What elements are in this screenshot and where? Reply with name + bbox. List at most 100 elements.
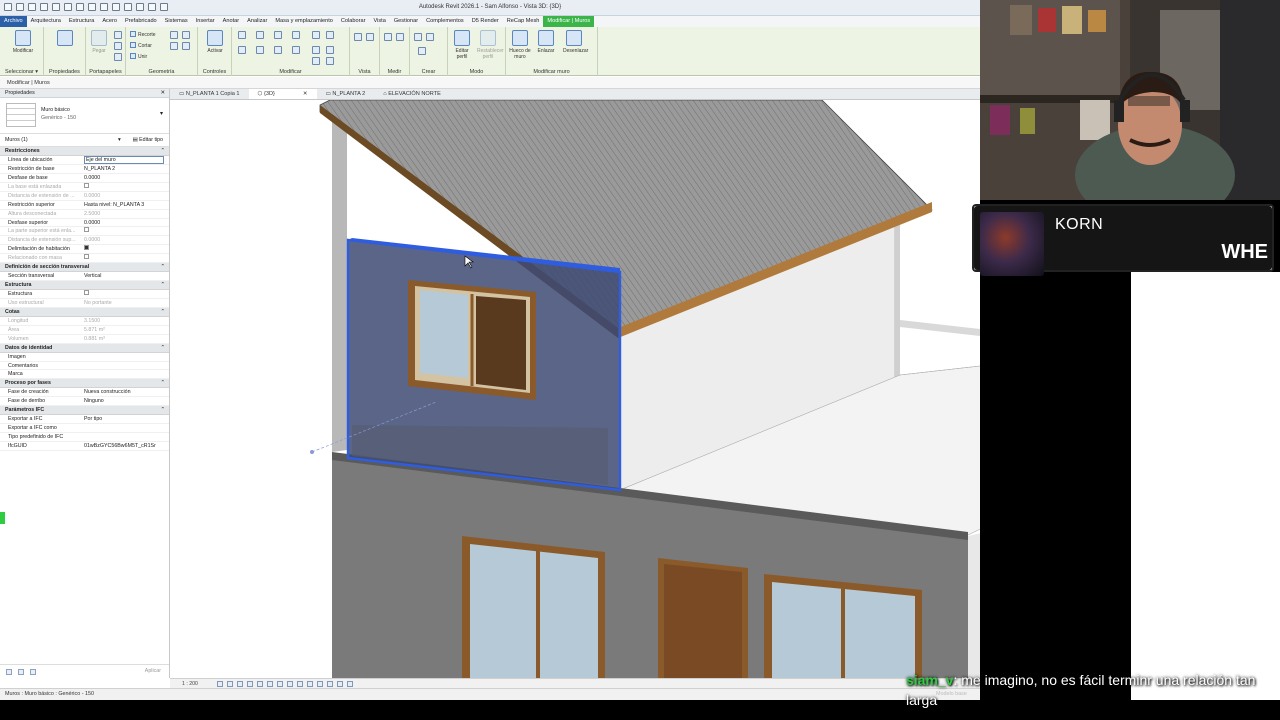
split-icon[interactable] [312, 31, 320, 39]
view-scale[interactable]: 1 : 200 [182, 681, 198, 687]
upper-back-wall[interactable] [332, 110, 347, 452]
temporary-hide-icon[interactable] [297, 681, 303, 687]
property-value[interactable]: 0.0000 [84, 174, 164, 183]
tab-recap-mesh[interactable]: ReCap Mesh [503, 16, 544, 27]
tab-modificar-muros[interactable]: Modificar | Muros [543, 16, 595, 27]
tab-gestionar[interactable]: Gestionar [390, 16, 422, 27]
collapse-icon[interactable]: ⌃ [161, 379, 165, 388]
delete-icon[interactable] [326, 46, 334, 54]
tab-archivo[interactable]: Archivo [0, 16, 27, 27]
tab-complementos[interactable]: Complementos [422, 16, 468, 27]
properties-help-icon[interactable] [6, 669, 12, 675]
create-similar-icon[interactable] [418, 47, 426, 55]
measure-distance-icon[interactable] [384, 33, 392, 41]
shadows-icon[interactable] [247, 681, 253, 687]
property-value[interactable]: N_PLANTA 2 [84, 165, 164, 174]
tab-insertar[interactable]: Insertar [192, 16, 219, 27]
type-selector[interactable]: Muro básico Genérico - 150 ▾ [0, 98, 169, 134]
paint-icon[interactable] [182, 31, 190, 39]
properties-button[interactable] [54, 30, 76, 48]
property-value[interactable]: Eje del muro [84, 155, 164, 164]
tab-analizar[interactable]: Analizar [243, 16, 271, 27]
checkbox[interactable] [84, 290, 89, 295]
scale-icon[interactable] [312, 46, 320, 54]
instance-filter[interactable]: Muros (1) ▾ ▤ Editar tipo [0, 134, 169, 147]
close-icon[interactable]: ✕ [303, 91, 308, 97]
edit-type-button[interactable]: ▤ Editar tipo [133, 134, 163, 147]
visual-style-icon[interactable] [227, 681, 233, 687]
pin-icon[interactable] [312, 57, 320, 65]
tab-vista[interactable]: Vista [369, 16, 389, 27]
crop-icon[interactable] [267, 681, 273, 687]
property-value[interactable]: 01wBzGYC56Bw6M5T_cR1Sr [84, 442, 164, 451]
tab-colaborar[interactable]: Colaborar [337, 16, 370, 27]
sort-icon[interactable] [18, 669, 24, 675]
match-properties-icon[interactable] [114, 53, 122, 61]
split-face-icon[interactable] [170, 31, 178, 39]
lower-window-1[interactable] [462, 536, 605, 678]
lower-door[interactable] [658, 558, 748, 678]
property-group[interactable]: Proceso por fases ⌃ [0, 379, 169, 389]
analytical-model-icon[interactable] [327, 681, 333, 687]
apply-button[interactable]: Aplicar [145, 668, 161, 674]
close-icon[interactable]: ✕ [161, 89, 165, 98]
rotate-icon[interactable] [274, 46, 282, 54]
unpin-icon[interactable] [326, 57, 334, 65]
reveal-hidden-icon[interactable] [307, 681, 313, 687]
tab-prefabricado[interactable]: Prefabricado [121, 16, 161, 27]
highlight-displacement-icon[interactable] [337, 681, 343, 687]
offset-icon[interactable] [256, 31, 264, 39]
hide-icon[interactable] [354, 33, 362, 41]
property-group[interactable]: Estructura ⌃ [0, 281, 169, 290]
activate-button[interactable]: Activar [204, 30, 226, 54]
tab-anotar[interactable]: Anotar [219, 16, 243, 27]
tab-d5-render[interactable]: D5 Render [468, 16, 503, 27]
paste-button[interactable]: Pegar [88, 30, 110, 54]
collapse-icon[interactable]: ⌃ [161, 263, 165, 272]
reset-profile-button[interactable]: Restablecer perfil [477, 30, 504, 60]
property-group[interactable]: Cotas ⌃ [0, 307, 169, 317]
collapse-icon[interactable]: ⌃ [161, 344, 165, 353]
create-part-icon[interactable] [414, 33, 422, 41]
tab-arquitectura[interactable]: Arquitectura [27, 16, 65, 27]
trim-icon[interactable] [292, 46, 300, 54]
3d-viewport[interactable] [170, 100, 980, 678]
worksharing-icon[interactable] [317, 681, 323, 687]
attach-button[interactable]: Enlazar [535, 30, 557, 54]
wall-opening-button[interactable]: Hueco de muro [509, 30, 531, 60]
sun-path-icon[interactable] [237, 681, 243, 687]
mirror-axis-icon[interactable] [274, 31, 282, 39]
collapse-icon[interactable]: ⌃ [161, 308, 165, 317]
edit-profile-button[interactable]: Editar perfil [451, 30, 473, 60]
filter-icon[interactable] [30, 669, 36, 675]
tab-view-n-planta-2[interactable]: ▭ N_PLANTA 2 [317, 89, 375, 99]
tab-acero[interactable]: Acero [98, 16, 121, 27]
copy-icon[interactable] [114, 42, 122, 50]
tab-view-3d[interactable]: ⬡ {3D} ✕ [248, 89, 317, 99]
tab-view-n-planta-1-copia-1[interactable]: ▭ N_PLANTA 1 Copia 1 [170, 89, 249, 99]
tab-sistemas[interactable]: Sistemas [161, 16, 192, 27]
modify-button[interactable]: Modificar [12, 30, 34, 54]
property-group[interactable]: Datos de identidad ⌃ [0, 343, 169, 353]
cut-geometry-button[interactable]: Cortar [130, 42, 152, 50]
create-group-icon[interactable] [426, 33, 434, 41]
demolish-icon[interactable] [170, 42, 178, 50]
lower-window-2[interactable] [764, 574, 922, 678]
property-value[interactable] [84, 290, 164, 299]
collapse-icon[interactable]: ⌃ [161, 406, 165, 415]
join-button[interactable]: Unir [130, 53, 147, 61]
property-value[interactable]: 0.0000 [84, 219, 164, 228]
detach-button[interactable]: Desenlazar [563, 30, 588, 54]
mirror-draw-icon[interactable] [292, 31, 300, 39]
wall-joins-icon[interactable] [182, 42, 190, 50]
cut-icon[interactable] [114, 31, 122, 39]
copy-element-icon[interactable] [256, 46, 264, 54]
property-value[interactable]: Por tipo [84, 415, 164, 424]
move-icon[interactable] [238, 46, 246, 54]
property-group[interactable]: Definición de sección transversal ⌃ [0, 263, 169, 273]
property-value[interactable]: Nueva construcción [84, 388, 164, 397]
tab-masa[interactable]: Masa y emplazamiento [271, 16, 337, 27]
property-value[interactable]: Vertical [84, 272, 164, 281]
array-icon[interactable] [326, 31, 334, 39]
property-group[interactable]: Parámetros IFC ⌃ [0, 406, 169, 416]
